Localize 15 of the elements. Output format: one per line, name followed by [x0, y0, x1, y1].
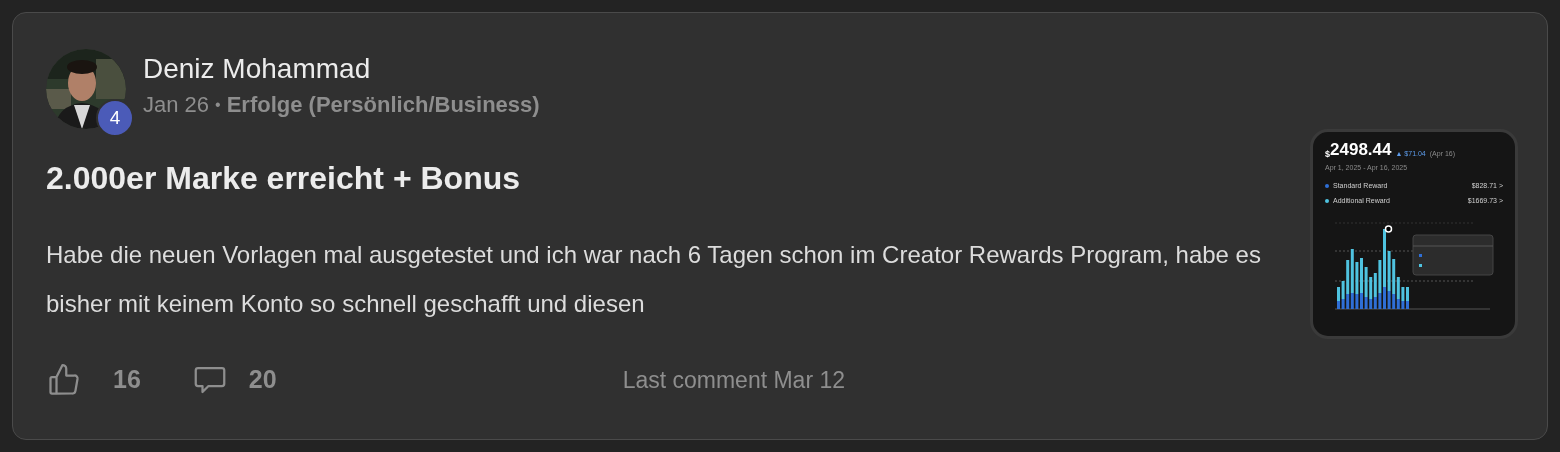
comment-count: 20	[248, 364, 277, 395]
post-date: Jan 26	[143, 91, 210, 119]
level-badge: 4	[96, 99, 134, 137]
point-marker-icon	[1384, 225, 1393, 233]
post-title[interactable]: 2.000er Marke erreicht + Bonus	[46, 156, 520, 200]
category-link[interactable]: Erfolge (Persönlich/Business)	[226, 91, 540, 119]
separator: •	[215, 95, 221, 115]
post-card[interactable]	[12, 12, 1548, 440]
thumbs-up-icon[interactable]	[46, 361, 82, 398]
like-count: 16	[113, 364, 141, 395]
total-amount: 2498.44	[1330, 140, 1392, 160]
author-name[interactable]: Deniz Mohammad	[143, 51, 540, 87]
post-excerpt: Habe die neuen Vorlagen mal ausgetestet und ich war nach 6 Tagen schon im Creator Rewards Program, habe es bisher mit keinem Konto so schnell geschafft und diesen	[46, 240, 1262, 319]
last-comment-date: Last comment Mar 12	[622, 365, 846, 395]
currency-symbol: $	[1325, 149, 1330, 160]
